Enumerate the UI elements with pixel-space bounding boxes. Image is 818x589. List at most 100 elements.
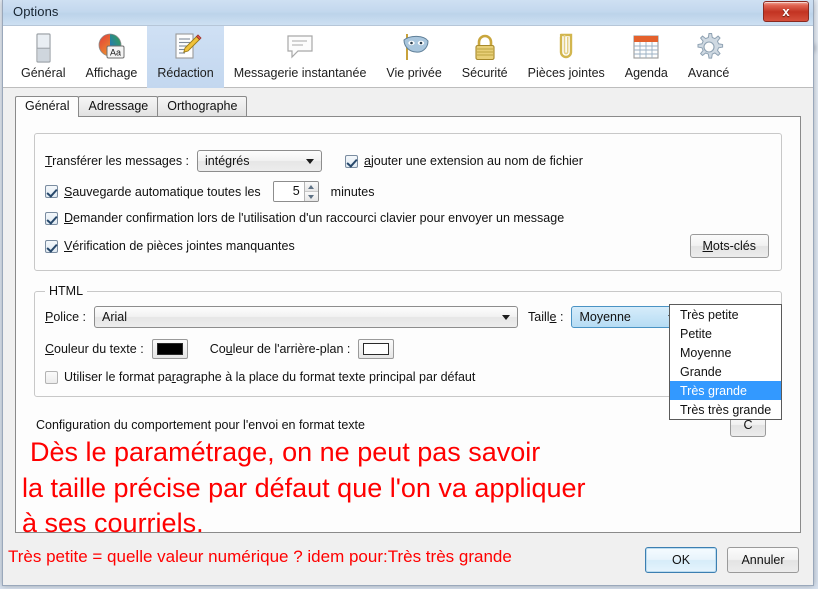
toolbar-item-vie-privee[interactable]: Vie privée	[376, 26, 451, 88]
size-dropdown-list[interactable]: Très petite Petite Moyenne Grande Très g…	[669, 304, 782, 420]
stepper-up-button[interactable]	[304, 182, 318, 192]
text-color-label: Couleur du texte :	[45, 342, 144, 356]
advanced-gear-icon	[692, 31, 726, 65]
toolbar-item-affichage[interactable]: Aa Affichage	[75, 26, 147, 88]
forward-messages-combo[interactable]: intégrés	[197, 150, 323, 172]
paragraph-format-checkbox[interactable]	[45, 370, 58, 384]
calendar-icon	[629, 31, 663, 65]
toolbar-item-messagerie[interactable]: Messagerie instantanée	[224, 26, 377, 88]
stepper-down-button[interactable]	[304, 192, 318, 201]
size-option-tres-tres-grande[interactable]: Très très grande	[670, 400, 781, 419]
toolbar-item-securite[interactable]: Sécurité	[452, 26, 518, 88]
toolbar-item-label: Agenda	[624, 66, 668, 80]
bg-color-button[interactable]	[358, 339, 395, 359]
size-option-label: Petite	[680, 326, 712, 341]
toolbar-item-label: Vie privée	[386, 66, 442, 80]
ok-button-label: OK	[671, 553, 691, 567]
security-padlock-icon	[468, 31, 502, 65]
font-value: Arial	[102, 310, 128, 324]
cancel-button[interactable]: Annuler	[727, 547, 799, 573]
tab-orthographe[interactable]: Orthographe	[157, 96, 248, 116]
confirm-shortcut-label: Demander confirmation lors de l'utilisat…	[64, 211, 565, 225]
toolbar-item-label: Rédaction	[157, 66, 214, 80]
text-color-button[interactable]	[151, 339, 188, 359]
cancel-button-label: Annuler	[741, 553, 785, 567]
confirm-shortcut-checkbox[interactable]	[45, 211, 58, 225]
tab-strip: Général Adressage Orthographe	[3, 94, 813, 117]
size-option-label: Moyenne	[680, 345, 732, 360]
tab-adressage[interactable]: Adressage	[78, 96, 159, 116]
autosave-checkbox[interactable]	[45, 185, 58, 198]
size-value: Moyenne	[579, 310, 631, 324]
size-option-tres-petite[interactable]: Très petite	[670, 305, 781, 324]
missing-attachment-checkbox[interactable]	[45, 239, 58, 253]
bg-color-label: Couleur de l'arrière-plan :	[209, 342, 351, 356]
chevron-down-icon	[306, 158, 315, 164]
svg-text:Aa: Aa	[110, 47, 121, 57]
keywords-button[interactable]: Mots-clés	[689, 234, 769, 258]
html-group-legend: HTML	[45, 284, 88, 298]
chevron-down-icon	[502, 314, 510, 320]
dialog-button-bar: OK Annuler	[645, 547, 799, 573]
plain-text-label: Configuration du comportement pour l'env…	[36, 418, 365, 432]
toolbar-item-agenda[interactable]: Agenda	[615, 26, 678, 88]
minutes-label: minutes	[330, 184, 375, 199]
display-colorwheel-icon: Aa	[94, 31, 128, 65]
triangle-up-icon	[308, 184, 315, 189]
chat-bubble-icon	[283, 31, 317, 65]
toolbar-item-label: Sécurité	[461, 66, 508, 80]
text-color-swatch	[156, 343, 183, 355]
options-dialog: Options x Général Aa Affichage Rédaction…	[2, 0, 814, 586]
size-option-moyenne[interactable]: Moyenne	[670, 343, 781, 362]
ok-button[interactable]: OK	[645, 547, 717, 573]
options-toolbar: Général Aa Affichage Rédaction Messageri…	[3, 26, 813, 88]
composition-pencil-icon	[169, 31, 203, 65]
size-option-label: Grande	[680, 364, 722, 379]
privacy-mask-icon	[397, 31, 431, 65]
font-label: Police :	[45, 310, 86, 324]
keywords-button-label: Mots-clés	[702, 239, 757, 253]
autosave-label: Sauvegarde automatique toutes les	[64, 184, 261, 199]
size-option-petite[interactable]: Petite	[670, 324, 781, 343]
font-combo[interactable]: Arial	[94, 306, 518, 328]
forward-messages-value: intégrés	[205, 154, 250, 168]
title-bar: Options x	[3, 0, 813, 26]
size-option-label: Très petite	[680, 307, 739, 322]
toolbar-item-label: Général	[21, 66, 66, 80]
toolbar-item-pieces-jointes[interactable]: Pièces jointes	[518, 26, 615, 88]
paragraph-format-label: Utiliser le format paragraphe à la place…	[64, 370, 476, 384]
tab-label: Adressage	[88, 99, 149, 113]
toolbar-item-label: Messagerie instantanée	[233, 66, 367, 80]
close-icon: x	[782, 4, 790, 19]
stepper-buttons[interactable]	[303, 182, 318, 201]
forward-messages-label: Transférer les messages :	[45, 154, 190, 168]
toolbar-item-redaction[interactable]: Rédaction	[147, 26, 224, 88]
plain-text-config-label: C	[743, 418, 753, 432]
attachment-paperclip-icon	[549, 31, 583, 65]
general-settings-group: Transférer les messages : intégrés ajout…	[34, 133, 782, 271]
tab-label: Général	[25, 99, 70, 113]
general-scrollbar-icon	[26, 31, 60, 65]
add-extension-label: ajouter une extension au nom de fichier	[364, 154, 583, 168]
size-option-tres-grande[interactable]: Très grande	[670, 381, 781, 400]
toolbar-item-label: Avancé	[687, 66, 730, 80]
autosave-minutes-value[interactable]: 5	[273, 182, 304, 201]
size-option-label: Très très grande	[680, 402, 772, 417]
close-button[interactable]: x	[763, 1, 809, 22]
toolbar-item-label: Pièces jointes	[527, 66, 605, 80]
missing-attachment-label: Vérification de pièces jointes manquante…	[64, 239, 295, 253]
size-option-label: Très grande	[680, 383, 747, 398]
toolbar-item-label: Affichage	[85, 66, 138, 80]
tab-general[interactable]: Général	[15, 96, 80, 117]
tab-label: Orthographe	[167, 99, 238, 113]
add-extension-checkbox[interactable]	[345, 154, 359, 168]
size-combo[interactable]: Moyenne	[571, 306, 685, 328]
size-label: Taille :	[528, 310, 564, 324]
toolbar-item-avance[interactable]: Avancé	[678, 26, 739, 88]
toolbar-item-general[interactable]: Général	[11, 26, 75, 88]
bg-color-swatch	[363, 343, 390, 355]
autosave-minutes-stepper[interactable]: 5	[272, 181, 319, 202]
triangle-down-icon	[308, 194, 315, 199]
size-option-grande[interactable]: Grande	[670, 362, 781, 381]
window-title: Options	[13, 4, 59, 19]
